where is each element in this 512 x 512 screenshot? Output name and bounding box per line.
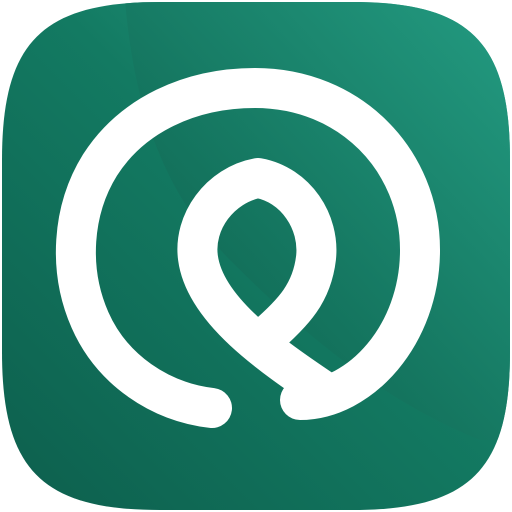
app-icon-graphic	[2, 2, 510, 510]
app-icon	[0, 0, 512, 512]
